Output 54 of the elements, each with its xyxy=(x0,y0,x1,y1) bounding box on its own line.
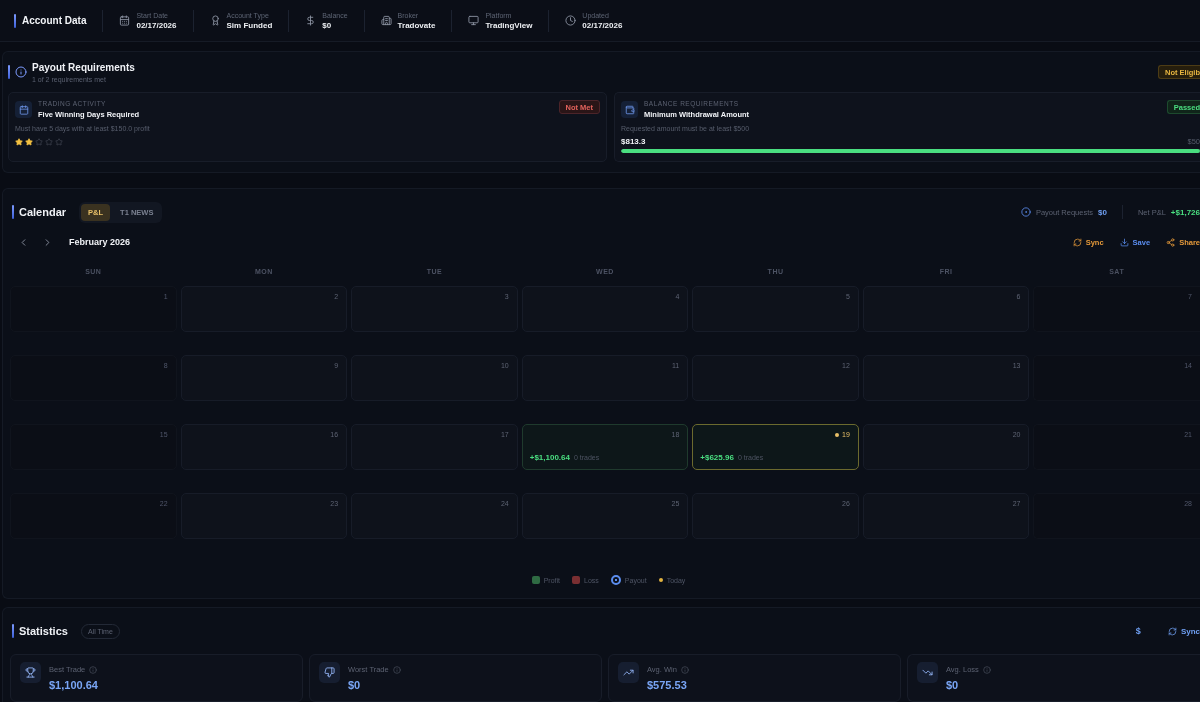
calendar-icon xyxy=(119,15,131,26)
info-icon xyxy=(982,665,991,674)
dollar-icon xyxy=(305,15,317,26)
currency-toggle[interactable]: $ xyxy=(1133,626,1143,636)
today-dot-icon xyxy=(835,432,840,437)
wallet-icon xyxy=(621,101,638,118)
calendar-icon xyxy=(15,101,32,118)
accent-bar xyxy=(14,13,16,28)
field-value: $0 xyxy=(322,20,333,30)
trend-up-icon xyxy=(618,662,639,683)
building-icon xyxy=(380,15,392,26)
download-icon xyxy=(1119,237,1129,247)
accent-bar xyxy=(12,205,14,219)
star-icon xyxy=(45,138,53,146)
field-value: Tradovate xyxy=(397,20,436,30)
stat-value: $1,100.64 xyxy=(49,679,98,691)
star-icon xyxy=(15,138,23,146)
trophy-icon xyxy=(20,662,41,683)
pnl-amount: +$1,100.64 xyxy=(529,453,570,462)
stat-value: $0 xyxy=(348,679,362,691)
star-icon xyxy=(25,138,33,146)
section-title: Statistics xyxy=(19,625,68,637)
star-icon xyxy=(55,138,63,146)
clock-icon xyxy=(565,15,577,26)
stat-value: $575.53 xyxy=(647,679,688,691)
accent-bar xyxy=(12,624,14,638)
star-icon xyxy=(35,138,43,146)
current-amount: $813.3 xyxy=(621,137,646,146)
thumbs-down-icon xyxy=(319,662,340,683)
pnl-amount: +$625.96 xyxy=(700,453,734,462)
award-icon xyxy=(209,15,221,26)
field-value: 02/17/2026 xyxy=(136,20,177,30)
sync-icon xyxy=(1072,237,1082,247)
stat-value: $0 xyxy=(946,679,960,691)
sync-button[interactable]: Sync xyxy=(1167,626,1200,636)
accent-bar xyxy=(8,65,10,79)
info-icon xyxy=(89,665,98,674)
month-title: February 2026 xyxy=(69,237,131,247)
monitor-icon xyxy=(468,15,480,26)
field-value: 02/17/2026 xyxy=(582,20,623,30)
circle-dot-icon xyxy=(1020,207,1031,217)
info-icon xyxy=(680,665,689,674)
info-icon xyxy=(392,665,401,674)
info-icon xyxy=(15,66,27,78)
stat-value: +$1,726 xyxy=(1170,207,1200,217)
share-icon xyxy=(1166,237,1176,247)
field-value: TradingView xyxy=(485,20,533,30)
section-title: Payout Requirements xyxy=(32,61,135,73)
field-value: Sim Funded xyxy=(226,20,273,30)
sync-icon xyxy=(1167,626,1177,636)
trend-down-icon xyxy=(917,662,938,683)
stat-value: $0 xyxy=(1098,207,1107,217)
section-title: Calendar xyxy=(19,206,67,218)
bar-title: Account Data xyxy=(22,15,87,26)
